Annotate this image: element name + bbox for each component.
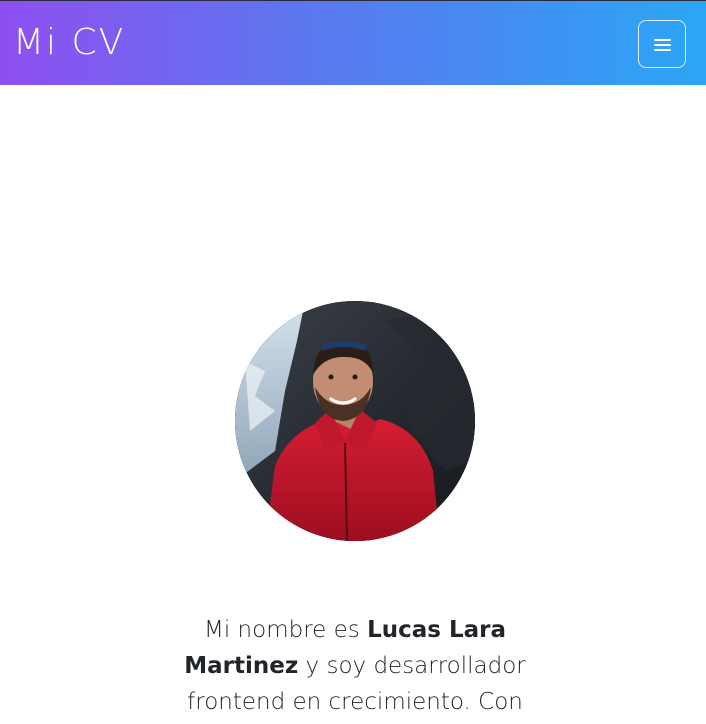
hamburger-menu-icon <box>654 39 671 51</box>
navbar-toggle-button[interactable] <box>638 20 686 68</box>
intro-text: Mi nombre es Lucas Lara Martinez y soy d… <box>170 612 540 720</box>
top-navbar: Mi CV <box>0 0 706 85</box>
profile-photo <box>235 301 475 541</box>
intro-prefix: Mi nombre es <box>204 617 368 643</box>
person-photo-illustration <box>235 301 475 541</box>
brand-link[interactable]: Mi CV <box>13 21 125 65</box>
